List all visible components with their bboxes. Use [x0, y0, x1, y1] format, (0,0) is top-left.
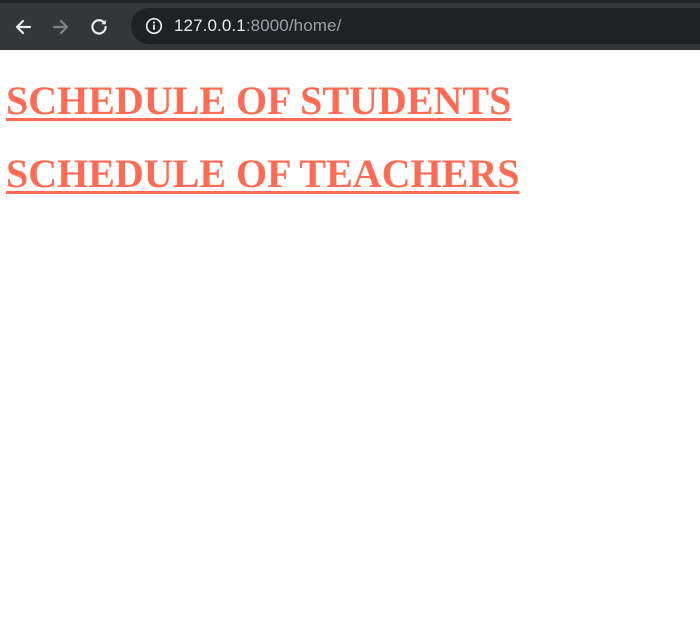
- back-button[interactable]: [4, 8, 42, 46]
- students-heading: SCHEDULE OF STUDENTS: [6, 50, 694, 121]
- reload-button[interactable]: [80, 8, 118, 46]
- page-content: SCHEDULE OF STUDENTS SCHEDULE OF TEACHER…: [0, 50, 700, 194]
- back-arrow-icon: [15, 19, 32, 34]
- forward-button[interactable]: [42, 8, 80, 46]
- info-icon[interactable]: [145, 17, 163, 35]
- schedule-of-students-link[interactable]: SCHEDULE OF STUDENTS: [6, 78, 511, 123]
- browser-toolbar: 127.0.0.1:8000/home/: [0, 0, 700, 50]
- forward-arrow-icon: [52, 19, 69, 34]
- url-path: :8000/home/: [245, 16, 342, 35]
- address-bar[interactable]: 127.0.0.1:8000/home/: [131, 8, 700, 44]
- url-host: 127.0.0.1: [174, 16, 246, 35]
- url-text[interactable]: 127.0.0.1:8000/home/: [174, 16, 341, 36]
- teachers-heading: SCHEDULE OF TEACHERS: [6, 121, 694, 194]
- schedule-of-teachers-link[interactable]: SCHEDULE OF TEACHERS: [6, 151, 519, 196]
- reload-icon: [91, 18, 107, 35]
